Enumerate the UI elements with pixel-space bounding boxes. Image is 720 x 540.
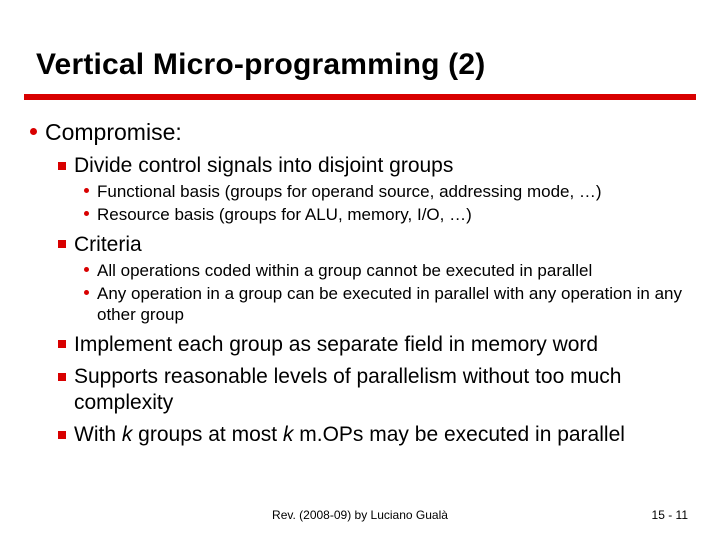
bullet-text: All operations coded within a group cann… (97, 260, 690, 281)
bullet-text: Resource basis (groups for ALU, memory, … (97, 204, 690, 225)
bullet-l3: All operations coded within a group cann… (84, 260, 690, 281)
bullet-l2: Divide control signals into disjoint gro… (58, 153, 690, 179)
footer-page-number: 15 - 11 (652, 508, 688, 522)
text-fragment: With (74, 423, 122, 446)
slide: Vertical Micro-programming (2) Compromis… (0, 0, 720, 540)
bullet-l3: Any operation in a group can be executed… (84, 283, 690, 326)
bullet-text: With k groups at most k m.OPs may be exe… (74, 422, 690, 448)
bullet-text: Divide control signals into disjoint gro… (74, 153, 690, 179)
bullet-text: Implement each group as separate field i… (74, 332, 690, 358)
slide-title: Vertical Micro-programming (2) (0, 0, 720, 94)
bullet-l2: With k groups at most k m.OPs may be exe… (58, 422, 690, 448)
bullet-text: Compromise: (45, 118, 690, 147)
bullet-l2: Implement each group as separate field i… (58, 332, 690, 358)
disc-icon (84, 290, 89, 295)
italic-k: k (283, 423, 294, 446)
square-icon (58, 373, 66, 381)
bullet-l3: Functional basis (groups for operand sou… (84, 181, 690, 202)
bullet-l3: Resource basis (groups for ALU, memory, … (84, 204, 690, 225)
bullet-text: Criteria (74, 232, 690, 258)
disc-icon (84, 267, 89, 272)
square-icon (58, 340, 66, 348)
bullet-l2: Supports reasonable levels of parallelis… (58, 364, 690, 417)
bullet-l2: Criteria (58, 232, 690, 258)
disc-icon (84, 211, 89, 216)
bullet-l1: Compromise: (30, 118, 690, 147)
text-fragment: groups at most (132, 423, 283, 446)
text-fragment: m.OPs may be executed in parallel (293, 423, 625, 446)
square-icon (58, 431, 66, 439)
square-icon (58, 240, 66, 248)
square-icon (58, 162, 66, 170)
disc-icon (30, 128, 37, 135)
bullet-text: Functional basis (groups for operand sou… (97, 181, 690, 202)
footer-center: Rev. (2008-09) by Luciano Gualà (0, 508, 720, 522)
italic-k: k (122, 423, 133, 446)
slide-content: Compromise: Divide control signals into … (0, 100, 720, 449)
disc-icon (84, 188, 89, 193)
bullet-text: Supports reasonable levels of parallelis… (74, 364, 690, 417)
bullet-text: Any operation in a group can be executed… (97, 283, 690, 326)
